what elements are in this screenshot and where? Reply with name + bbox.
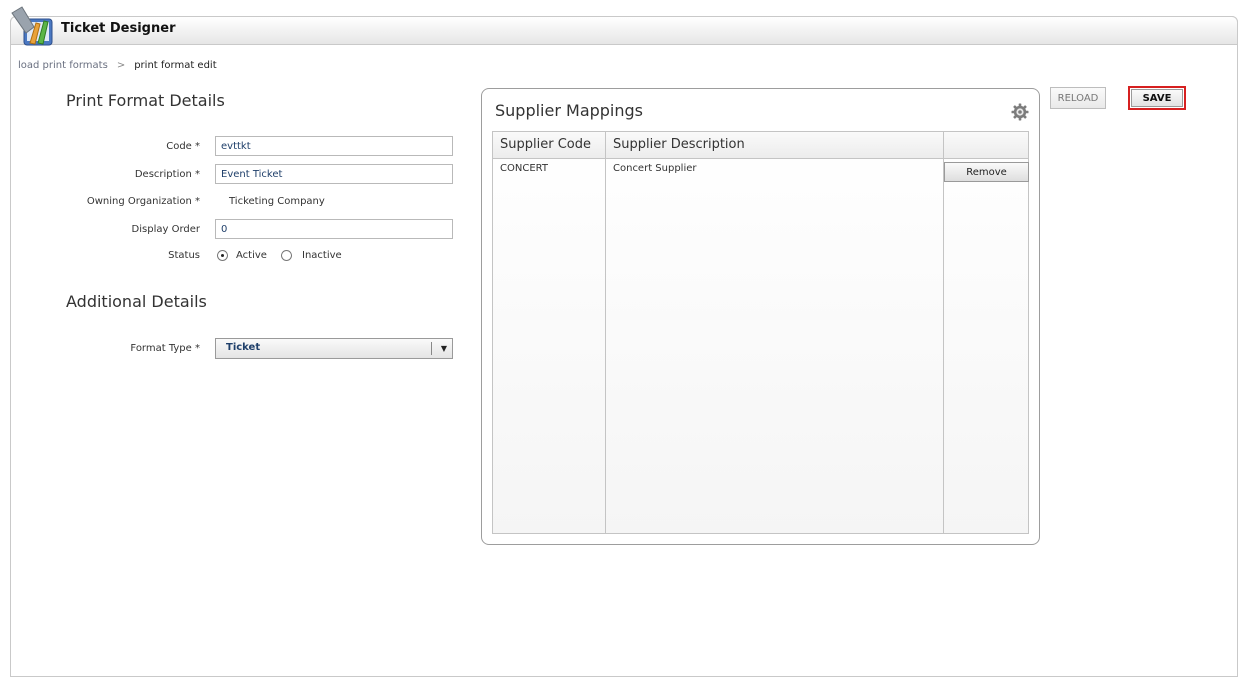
description-label: Description * [134, 169, 200, 180]
additional-details-heading: Additional Details [66, 292, 207, 311]
format-type-value: Ticket [226, 342, 261, 353]
breadcrumb-separator: > [116, 60, 126, 71]
chevron-down-icon: ▼ [440, 344, 447, 353]
column-divider [943, 132, 944, 533]
column-header-supplier-code[interactable]: Supplier Code [500, 137, 591, 152]
reload-button[interactable]: RELOAD [1050, 87, 1106, 109]
column-header-supplier-description[interactable]: Supplier Description [613, 137, 745, 152]
format-type-select[interactable]: Ticket ▼ [215, 338, 453, 359]
gear-icon[interactable] [1011, 103, 1029, 121]
breadcrumb-link-load-print-formats[interactable]: load print formats [18, 60, 108, 71]
description-field[interactable] [215, 164, 453, 184]
owning-organization-label: Owning Organization * [86, 196, 200, 207]
select-divider [431, 342, 432, 355]
status-active-label: Active [236, 250, 267, 261]
save-button-highlight: SAVE [1128, 86, 1186, 110]
app-title: Ticket Designer [61, 21, 176, 36]
ticket-designer-logo-icon [11, 6, 53, 46]
code-label: Code * [166, 141, 200, 152]
remove-button[interactable]: Remove [944, 162, 1029, 182]
table-cell-supplier-code: CONCERT [500, 163, 548, 174]
display-order-label: Display Order [131, 224, 200, 235]
supplier-mappings-table: Supplier Code Supplier Description CONCE… [492, 131, 1029, 534]
supplier-mappings-title: Supplier Mappings [495, 101, 644, 120]
save-button[interactable]: SAVE [1131, 89, 1183, 107]
status-active-radio[interactable] [217, 250, 228, 261]
breadcrumb: load print formats > print format edit [18, 60, 217, 71]
breadcrumb-current: print format edit [134, 60, 217, 71]
format-type-label: Format Type * [130, 343, 200, 354]
table-cell-supplier-description: Concert Supplier [613, 163, 697, 174]
column-divider [605, 132, 606, 533]
code-field[interactable] [215, 136, 453, 156]
status-label: Status [168, 250, 200, 261]
title-bar [10, 16, 1238, 45]
status-inactive-radio[interactable] [281, 250, 292, 261]
display-order-field[interactable] [215, 219, 453, 239]
print-format-details-heading: Print Format Details [66, 91, 225, 110]
owning-organization-value: Ticketing Company [229, 196, 325, 207]
status-inactive-label: Inactive [302, 250, 342, 261]
